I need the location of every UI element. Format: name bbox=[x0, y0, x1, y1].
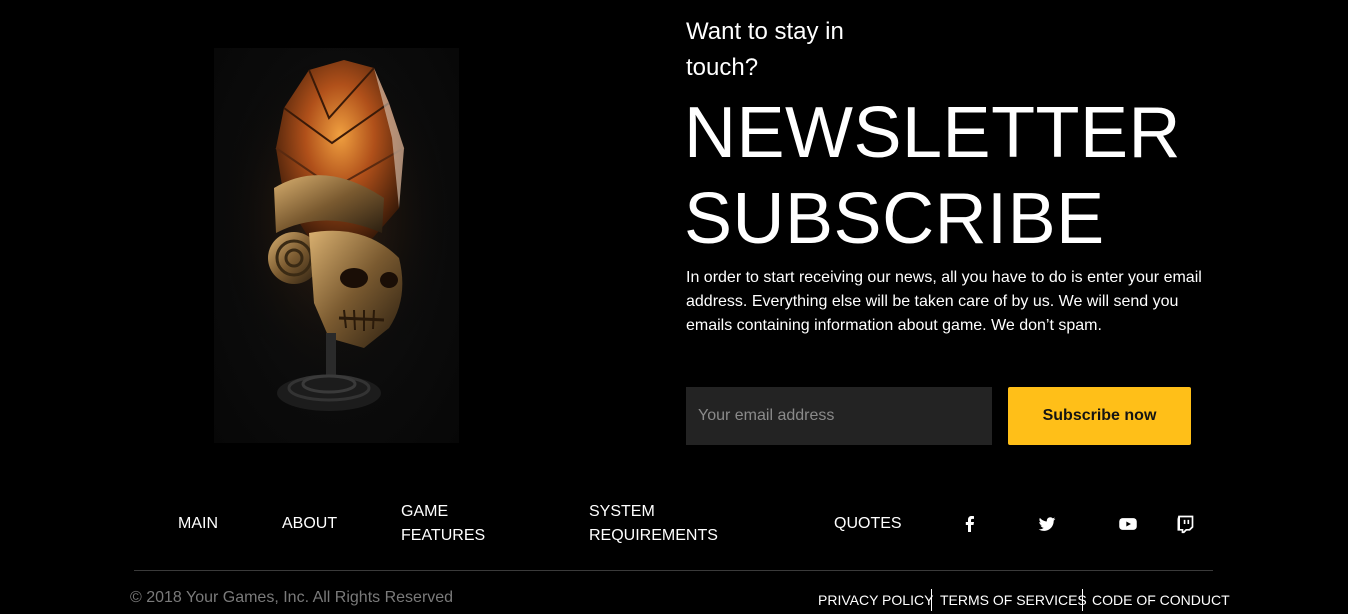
nav-item-label: QUOTES bbox=[834, 515, 902, 532]
nav-item-quotes[interactable]: QUOTES bbox=[834, 512, 902, 536]
nav-item-about[interactable]: ABOUT bbox=[282, 512, 337, 536]
eyebrow-line-1: Want to stay in bbox=[686, 18, 844, 45]
page-title-line-1: NEWSLETTER bbox=[684, 93, 1182, 173]
code-of-conduct-link[interactable]: CODE OF CONDUCT bbox=[1092, 591, 1230, 609]
youtube-icon[interactable] bbox=[1118, 514, 1138, 534]
page-title: NEWSLETTER SUBSCRIBE bbox=[684, 90, 1304, 262]
eyebrow-line-2: touch? bbox=[686, 54, 759, 81]
copyright-text: © 2018 Your Games, Inc. All Rights Reser… bbox=[130, 589, 454, 606]
facebook-icon[interactable] bbox=[960, 514, 980, 534]
link-separator bbox=[931, 589, 932, 611]
nav-item-label: REQUIREMENTS bbox=[589, 527, 718, 544]
nav-item-label: FEATURES bbox=[401, 527, 486, 544]
nav-item-game-features[interactable]: GAME FEATURES bbox=[401, 500, 485, 548]
nav-item-label: ABOUT bbox=[282, 515, 338, 532]
twitter-icon[interactable] bbox=[1037, 514, 1057, 534]
link-separator bbox=[1082, 589, 1083, 611]
nav-item-label: GAME bbox=[401, 503, 449, 520]
nav-item-main[interactable]: MAIN bbox=[178, 512, 218, 536]
newsletter-page: Want to stay in touch? NEWSLETTER SUBSCR… bbox=[0, 0, 1348, 614]
page-title-line-2: SUBSCRIBE bbox=[684, 179, 1105, 259]
newsletter-description: In order to start receiving our news, al… bbox=[686, 269, 1202, 334]
email-input[interactable] bbox=[686, 387, 992, 445]
eyebrow-text: Want to stay in touch? bbox=[686, 14, 886, 86]
skull-helmet-artwork bbox=[214, 48, 459, 443]
footer-divider bbox=[134, 570, 1213, 571]
terms-of-services-link[interactable]: TERMS OF SERVICES bbox=[940, 591, 1087, 609]
nav-item-label: SYSTEM bbox=[589, 503, 655, 520]
privacy-policy-link[interactable]: PRIVACY POLICY bbox=[818, 591, 933, 609]
nav-item-label: MAIN bbox=[178, 515, 218, 532]
twitch-icon[interactable] bbox=[1175, 514, 1195, 534]
nav-item-system-requirements[interactable]: SYSTEM REQUIREMENTS bbox=[589, 500, 718, 548]
subscribe-button[interactable]: Subscribe now bbox=[1008, 387, 1191, 445]
